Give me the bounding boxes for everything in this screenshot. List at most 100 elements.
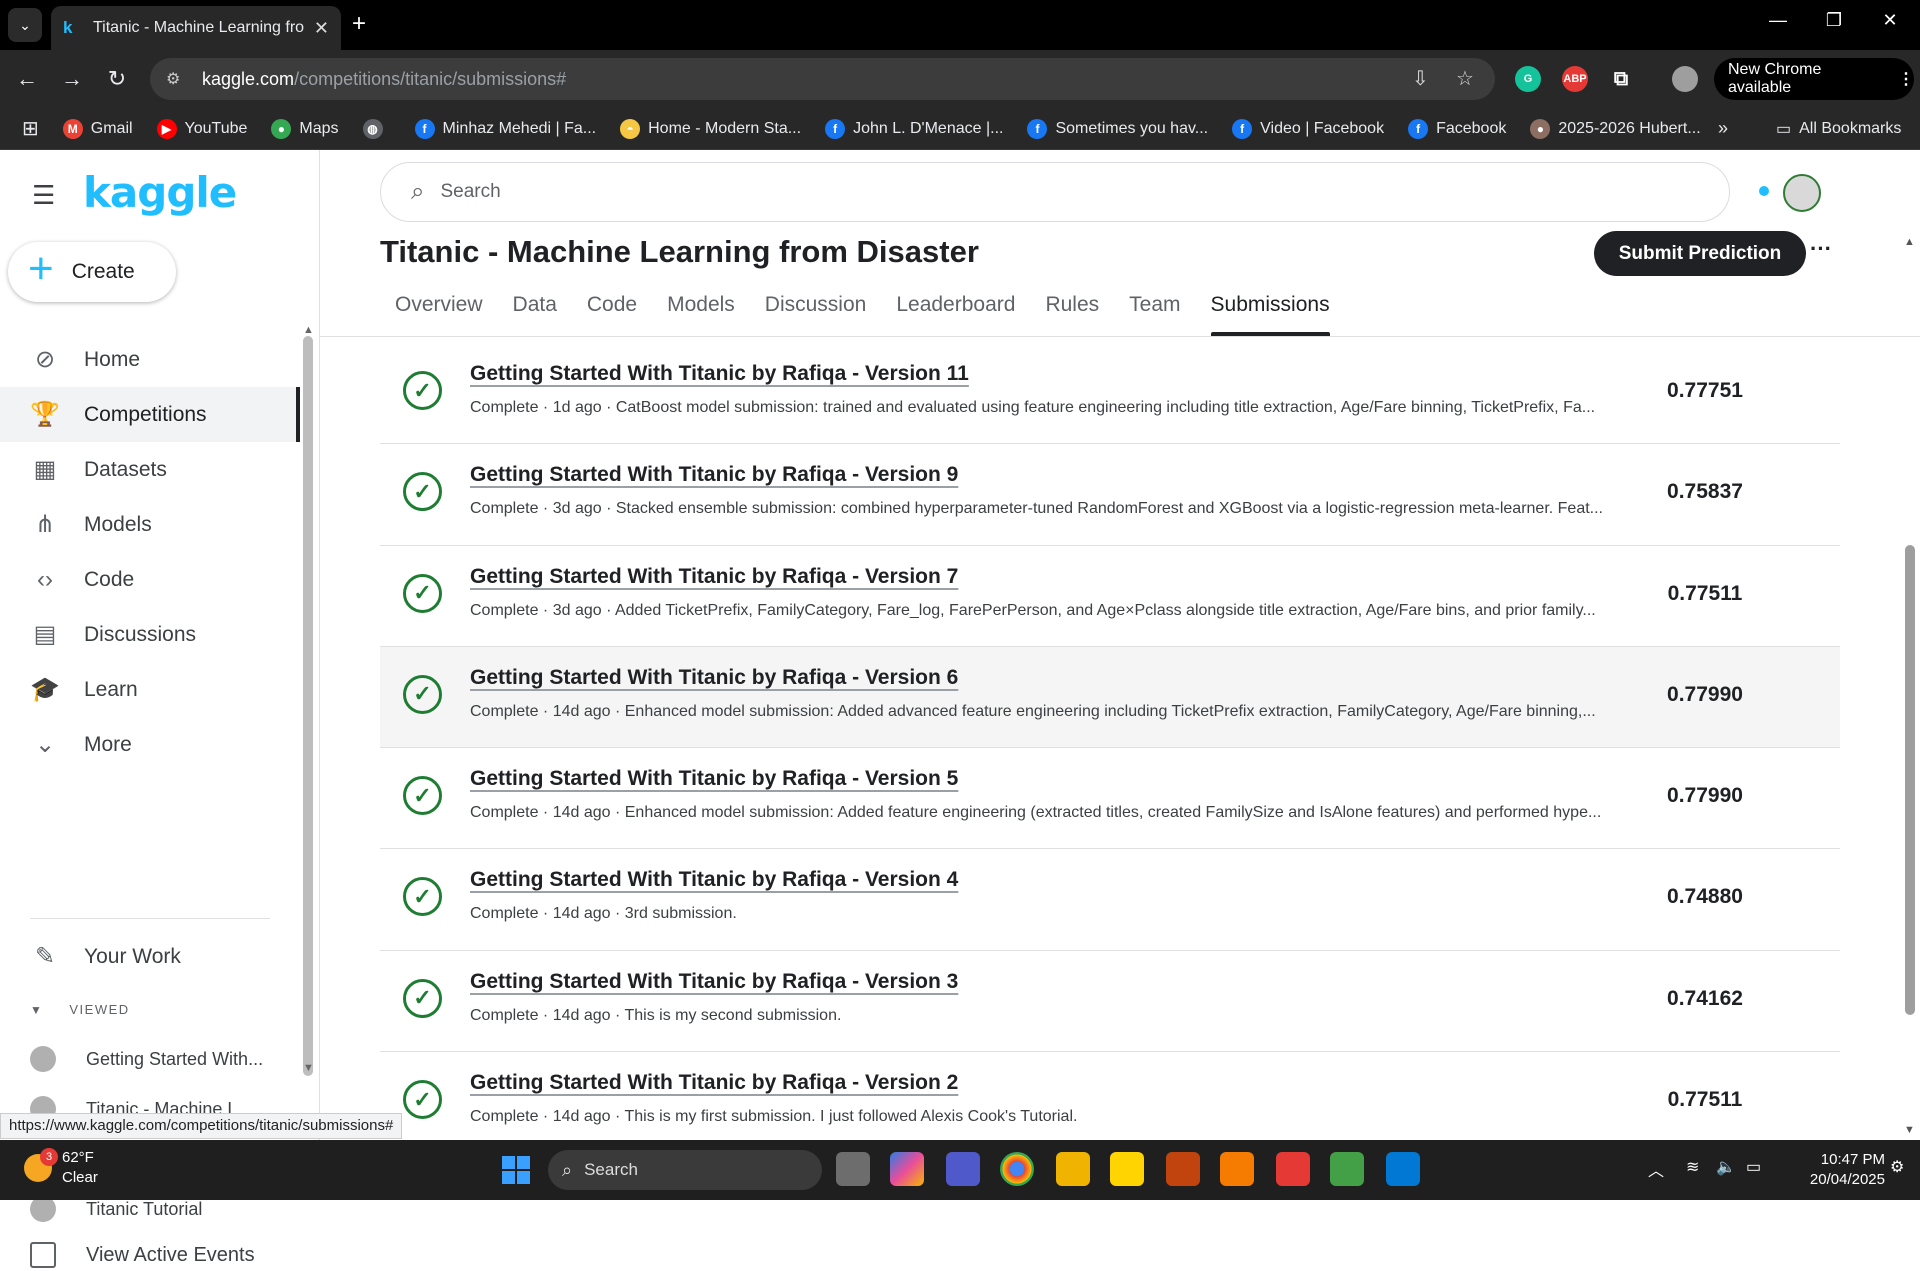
scroll-down-arrow-icon[interactable]: ▼: [303, 1062, 314, 1074]
sidebar-scrollbar[interactable]: [303, 336, 313, 1076]
battery-icon[interactable]: ▭: [1746, 1157, 1761, 1177]
tray-overflow-icon[interactable]: ︿: [1648, 1157, 1664, 1181]
grammarly-extension-icon[interactable]: G: [1515, 66, 1541, 92]
tab-rules[interactable]: Rules: [1045, 288, 1099, 336]
submission-row[interactable]: ✓ Getting Started With Titanic by Rafiqa …: [380, 546, 1840, 647]
address-bar[interactable]: ⚙ kaggle.com/competitions/titanic/submis…: [150, 58, 1495, 100]
tab-submissions[interactable]: Submissions: [1210, 288, 1330, 336]
notifications-icon[interactable]: ⚙: [1890, 1157, 1904, 1177]
taskbar-clock[interactable]: 10:47 PM 20/04/2025: [1785, 1150, 1885, 1190]
browser-tab[interactable]: k Titanic - Machine Learning from Disast…: [51, 6, 341, 50]
reload-icon[interactable]: ↻: [102, 64, 132, 94]
sticky-notes-icon[interactable]: [1110, 1152, 1144, 1186]
tab-team[interactable]: Team: [1129, 288, 1180, 336]
sidebar-item-learn[interactable]: 🎓 Learn: [0, 662, 300, 717]
extensions-puzzle-icon[interactable]: ⧉: [1608, 66, 1634, 92]
chrome-menu-icon[interactable]: ⋮: [1898, 69, 1914, 89]
submission-name-link[interactable]: Getting Started With Titanic by Rafiqa -…: [470, 362, 969, 386]
new-chrome-available-button[interactable]: New Chrome available ⋮: [1714, 58, 1914, 100]
bookmark-item[interactable]: f Minhaz Mehedi | Fa...: [414, 118, 596, 139]
tab-search-button[interactable]: ⌄: [8, 8, 42, 42]
apps-grid-icon[interactable]: ⊞: [22, 116, 39, 141]
task-view-icon[interactable]: [836, 1152, 870, 1186]
submit-prediction-button[interactable]: Submit Prediction: [1594, 231, 1806, 276]
paint-icon[interactable]: [1330, 1152, 1364, 1186]
tab-data[interactable]: Data: [513, 288, 557, 336]
scroll-up-arrow-icon[interactable]: ▲: [303, 324, 314, 336]
weather-widget[interactable]: 3 62°F Clear: [24, 1148, 98, 1188]
outlook-icon[interactable]: [1386, 1152, 1420, 1186]
profile-avatar[interactable]: [1672, 66, 1698, 92]
restore-icon[interactable]: ❐: [1814, 10, 1854, 31]
submission-row[interactable]: ✓ Getting Started With Titanic by Rafiqa …: [380, 849, 1840, 951]
submission-name-link[interactable]: Getting Started With Titanic by Rafiqa -…: [470, 970, 958, 994]
bookmark-item[interactable]: M Gmail: [62, 118, 133, 139]
submission-row[interactable]: ✓ Getting Started With Titanic by Rafiqa …: [380, 1052, 1840, 1138]
user-avatar[interactable]: [1783, 174, 1821, 212]
bookmark-star-icon[interactable]: ☆: [1456, 66, 1474, 91]
bookmark-item[interactable]: f Video | Facebook: [1232, 118, 1384, 139]
main-scroll-up-icon[interactable]: ▲: [1904, 236, 1915, 248]
wifi-icon[interactable]: ≋: [1686, 1157, 1699, 1177]
sidebar-item-datasets[interactable]: ▦ Datasets: [0, 442, 300, 497]
submission-row[interactable]: ✓ Getting Started With Titanic by Rafiqa …: [380, 646, 1840, 749]
close-window-icon[interactable]: ✕: [1870, 10, 1910, 31]
bookmark-item[interactable]: f John L. D'Menace |...: [825, 118, 1003, 139]
kaggle-logo[interactable]: kaggle: [83, 168, 237, 217]
bookmark-item[interactable]: ◍: [362, 118, 391, 139]
submission-name-link[interactable]: Getting Started With Titanic by Rafiqa -…: [470, 1071, 958, 1095]
tab-leaderboard[interactable]: Leaderboard: [896, 288, 1015, 336]
all-bookmarks-folder[interactable]: ▭ All Bookmarks: [1776, 119, 1901, 139]
bookmark-item[interactable]: f Facebook: [1408, 118, 1506, 139]
tab-code[interactable]: Code: [587, 288, 637, 336]
close-tab-icon[interactable]: ✕: [314, 18, 329, 39]
bookmark-item[interactable]: f Sometimes you hav...: [1027, 118, 1208, 139]
app-icon[interactable]: [1166, 1152, 1200, 1186]
forward-icon[interactable]: →: [57, 64, 87, 94]
tab-discussion[interactable]: Discussion: [765, 288, 867, 336]
bookmark-item[interactable]: ▶ YouTube: [156, 118, 247, 139]
wps-office-icon[interactable]: [1276, 1152, 1310, 1186]
windows-start-icon[interactable]: [502, 1156, 530, 1184]
search-bar[interactable]: ⌕ Search: [380, 162, 1730, 222]
sidebar-item-more[interactable]: ⌄ More: [0, 717, 300, 772]
install-app-icon[interactable]: ⇩: [1412, 66, 1429, 91]
submission-row[interactable]: ✓ Getting Started With Titanic by Rafiqa …: [380, 951, 1840, 1053]
sidebar-item-competitions[interactable]: 🏆 Competitions: [0, 387, 300, 442]
submission-name-link[interactable]: Getting Started With Titanic by Rafiqa -…: [470, 463, 958, 487]
chrome-taskbar-icon[interactable]: [1000, 1152, 1034, 1186]
bookmark-item[interactable]: ● Maps: [271, 118, 339, 139]
main-scrollbar[interactable]: [1905, 545, 1915, 1015]
submission-name-link[interactable]: Getting Started With Titanic by Rafiqa -…: [470, 666, 958, 690]
submission-name-link[interactable]: Getting Started With Titanic by Rafiqa -…: [470, 565, 958, 589]
main-scroll-down-icon[interactable]: ▼: [1904, 1124, 1915, 1136]
hamburger-menu-icon[interactable]: ☰: [32, 180, 55, 211]
submission-row[interactable]: ✓ Getting Started With Titanic by Rafiqa …: [380, 748, 1840, 850]
sidebar-item-home[interactable]: ⊘ Home: [0, 332, 300, 387]
file-explorer-icon[interactable]: [1056, 1152, 1090, 1186]
tab-overview[interactable]: Overview: [395, 288, 483, 336]
sidebar-item-your-work[interactable]: ✎ Your Work: [0, 929, 300, 984]
viewed-item[interactable]: View Active Events: [30, 1239, 290, 1271]
viewed-item[interactable]: Getting Started With...: [30, 1039, 290, 1079]
sidebar-item-code[interactable]: ‹› Code: [0, 552, 300, 607]
submission-row[interactable]: ✓ Getting Started With Titanic by Rafiqa …: [380, 444, 1840, 546]
tab-models[interactable]: Models: [667, 288, 735, 336]
more-bookmarks-icon[interactable]: »: [1718, 118, 1728, 139]
more-options-icon[interactable]: ···: [1810, 236, 1832, 262]
minimize-icon[interactable]: —: [1758, 10, 1798, 31]
adblock-extension-icon[interactable]: ABP: [1562, 66, 1588, 92]
copilot-icon[interactable]: [890, 1152, 924, 1186]
bookmark-item[interactable]: ● 2025-2026 Hubert...: [1530, 118, 1701, 139]
viewed-section-header[interactable]: ▼ VIEWED: [30, 1002, 130, 1017]
new-tab-button[interactable]: +: [352, 12, 366, 36]
teams-icon[interactable]: [946, 1152, 980, 1186]
volume-icon[interactable]: 🔈: [1716, 1157, 1736, 1177]
taskbar-search[interactable]: ⌕ Search: [548, 1150, 822, 1190]
bookmark-item[interactable]: ◓ Home - Modern Sta...: [620, 118, 801, 139]
back-icon[interactable]: ←: [12, 64, 42, 94]
create-button[interactable]: + Create: [8, 242, 176, 302]
sidebar-item-discussions[interactable]: ▤ Discussions: [0, 607, 300, 662]
site-info-icon[interactable]: ⚙: [166, 69, 192, 89]
submission-row[interactable]: ✓ Getting Started With Titanic by Rafiqa …: [380, 343, 1840, 445]
